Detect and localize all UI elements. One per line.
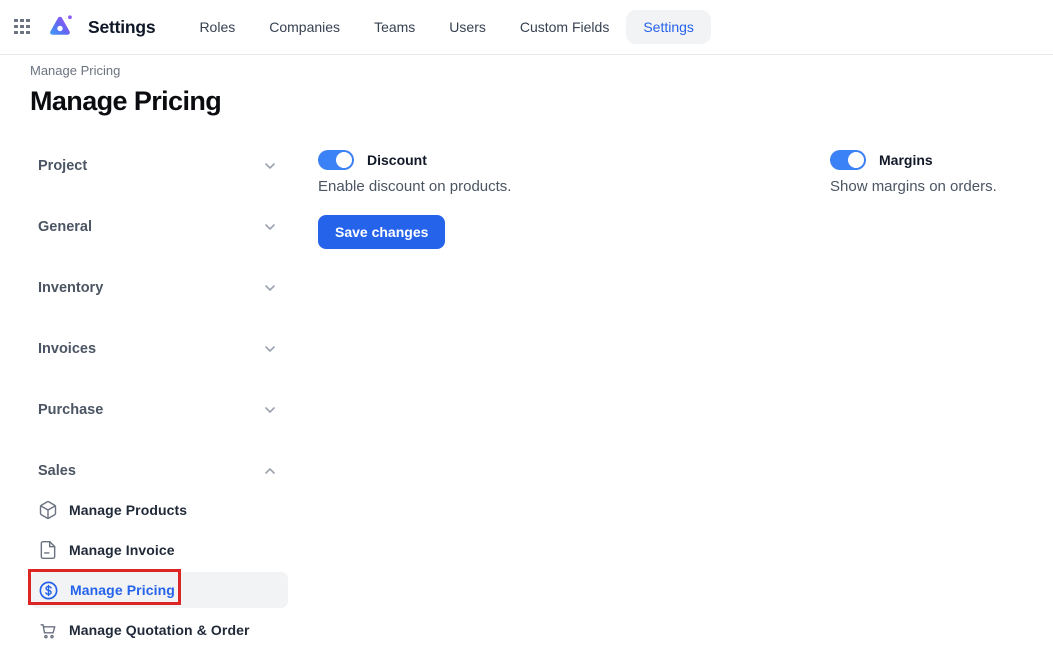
top-nav-menu: RolesCompaniesTeamsUsersCustom FieldsSet… [182,10,710,44]
margins-toggle-label: Margins [879,152,933,168]
sidebar-section[interactable]: Invoices [30,331,288,367]
sidebar-sub-item-label: Manage Quotation & Order [69,622,250,638]
sidebar-section-label: Sales [38,463,76,479]
settings-sidebar: Project General Inventory Invoices Purch… [30,148,288,650]
sidebar-sub-item[interactable]: Manage Invoice [30,532,288,568]
nav-item[interactable]: Teams [357,10,432,44]
sidebar-sub-item-label: Manage Pricing [70,582,175,598]
cart-icon [38,620,58,640]
page-title: Manage Pricing [30,86,1023,117]
sidebar-section-label: Inventory [38,280,103,296]
discount-description: Enable discount on products. [318,178,830,195]
app-logo-icon [45,12,75,42]
chevron-down-icon [262,219,278,235]
sidebar-sub-item[interactable]: Manage Products [30,492,288,528]
sidebar-sub-item[interactable]: Manage Pricing [30,572,288,608]
discount-toggle[interactable] [318,150,354,170]
sidebar-section-label: Invoices [38,341,96,357]
nav-item[interactable]: Users [432,10,503,44]
sidebar-sub-item-label: Manage Products [69,502,187,518]
top-navbar: Settings RolesCompaniesTeamsUsersCustom … [0,0,1053,55]
chevron-down-icon [262,341,278,357]
save-changes-button[interactable]: Save changes [318,215,445,249]
margins-toggle[interactable] [830,150,866,170]
nav-item[interactable]: Settings [626,10,711,44]
discount-toggle-label: Discount [367,152,427,168]
sidebar-section[interactable]: General [30,209,288,245]
nav-item[interactable]: Roles [182,10,252,44]
margins-setting: Margins Show margins on orders. [830,148,1023,650]
breadcrumb: Manage Pricing [30,63,1023,78]
invoice-icon [38,540,58,560]
sidebar-section[interactable]: Inventory [30,270,288,306]
sidebar-section-label: General [38,219,92,235]
package-icon [38,500,58,520]
sidebar-section[interactable]: Project [30,148,288,184]
nav-item[interactable]: Custom Fields [503,10,626,44]
app-grid-icon[interactable] [14,19,31,36]
sidebar-sub-item-label: Manage Invoice [69,542,175,558]
sidebar-section-label: Project [38,158,87,174]
sidebar-section-label: Purchase [38,402,103,418]
chevron-down-icon [262,158,278,174]
chevron-down-icon [262,280,278,296]
sidebar-sub-item[interactable]: Manage Quotation & Order [30,612,288,648]
chevron-up-icon [262,463,278,479]
margins-description: Show margins on orders. [830,178,1023,195]
discount-setting: Discount Enable discount on products. Sa… [318,148,830,650]
chevron-down-icon [262,402,278,418]
settings-panel: Discount Enable discount on products. Sa… [318,148,1023,650]
sidebar-section[interactable]: Sales [30,453,288,489]
sales-sub-menu: Manage Products Manage Invoice Manage Pr… [30,492,288,648]
sidebar-section[interactable]: Purchase [30,392,288,428]
dollar-circle-icon [38,580,59,601]
page-body: Manage Pricing Manage Pricing Project Ge… [0,63,1053,650]
app-title: Settings [88,17,155,38]
nav-item[interactable]: Companies [252,10,357,44]
